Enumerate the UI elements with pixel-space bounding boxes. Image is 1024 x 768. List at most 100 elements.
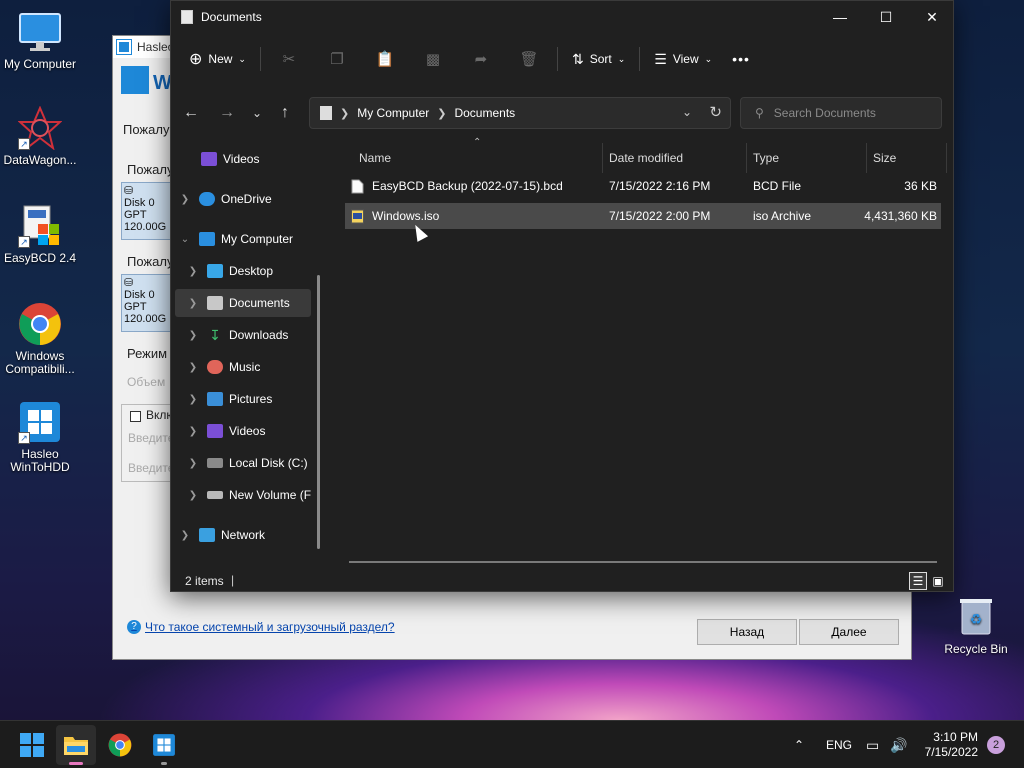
minimize-button[interactable]: — [817, 1, 863, 33]
nav-item-pictures[interactable]: ❯ Pictures [187, 385, 311, 413]
breadcrumb-my-computer[interactable]: My Computer [357, 106, 429, 120]
paste-icon[interactable]: 📋 [361, 43, 409, 75]
refresh-icon[interactable]: ↻ [709, 103, 722, 121]
chevron-right-icon[interactable]: ❯ [187, 266, 199, 277]
tiles-view-icon[interactable]: ▣ [929, 572, 947, 590]
nav-item-local-disk-c[interactable]: ❯ Local Disk (C:) [187, 449, 311, 477]
column-header-name[interactable]: Name [353, 143, 603, 173]
column-header-type[interactable]: Type [747, 143, 867, 173]
taskbar-hasleo[interactable] [144, 725, 184, 765]
music-icon [207, 360, 223, 374]
address-dropdown-icon[interactable]: ⌄ [682, 105, 692, 119]
disk-style: GPT [124, 209, 147, 221]
disk-tile-1[interactable]: ⛁ Disk 0 GPT 120.00G [121, 182, 173, 240]
language-indicator[interactable]: ENG [826, 721, 852, 768]
next-button[interactable]: Далее [799, 619, 899, 645]
nav-item-network[interactable]: ❯ Network [179, 521, 315, 549]
volume-icon[interactable]: 🔊 [890, 721, 907, 768]
clock[interactable]: 3:10 PM 7/15/2022 [925, 730, 978, 760]
input-2-placeholder[interactable]: Введите [128, 461, 174, 475]
help-link[interactable]: ? Что такое системный и загрузочный разд… [127, 620, 395, 634]
maximize-button[interactable]: ☐ [863, 1, 909, 33]
chevron-right-icon[interactable]: ❯ [187, 490, 199, 501]
nav-item-onedrive[interactable]: ❯ OneDrive [179, 185, 315, 213]
view-icon: ☰ [654, 50, 667, 67]
recent-locations-chevron-icon[interactable]: ⌄ [243, 99, 271, 127]
address-bar[interactable]: ❯ My Computer ❯ Documents ⌄ ↻ [309, 97, 731, 129]
nav-item-videos-quick[interactable]: Videos [181, 145, 311, 173]
toolbar-divider [259, 47, 261, 71]
taskbar-file-explorer[interactable] [56, 725, 96, 765]
show-hidden-icons-chevron-icon[interactable]: ⌃ [794, 721, 804, 768]
nav-item-my-computer[interactable]: ⌄ My Computer [179, 225, 315, 253]
start-button[interactable] [12, 725, 52, 765]
nav-item-documents[interactable]: ❯ Documents [175, 289, 311, 317]
hasleo-label-1: Пожалуй [123, 122, 177, 137]
table-row[interactable]: Windows.iso 7/15/2022 2:00 PM iso Archiv… [345, 203, 941, 229]
file-explorer-window[interactable]: Documents — ☐ ✕ ⊕ New ⌄ ✂ ❐ 📋 ▩ ➦ 🗑 ⇅ So… [170, 0, 954, 592]
enable-checkbox[interactable] [130, 411, 141, 422]
nav-pane-scrollbar[interactable] [317, 275, 320, 549]
hasleo-icon [153, 734, 175, 756]
chevron-right-icon[interactable]: ❯ [187, 458, 199, 469]
column-header-date[interactable]: Date modified [603, 143, 747, 173]
back-button[interactable]: Назад [697, 619, 797, 645]
desktop-icon-recycle-bin[interactable]: ♻ Recycle Bin [940, 596, 1012, 656]
notification-badge[interactable]: 2 [987, 736, 1005, 754]
up-arrow-icon[interactable]: ↑ [271, 99, 299, 127]
nav-item-new-volume[interactable]: ❯ New Volume (F [187, 481, 311, 509]
table-row[interactable]: EasyBCD Backup (2022-07-15).bcd 7/15/202… [345, 173, 941, 199]
chevron-right-icon[interactable]: ❯ [187, 362, 199, 373]
column-header-size[interactable]: Size [867, 143, 947, 173]
chevron-right-icon[interactable]: ❯ [187, 330, 199, 341]
breadcrumb-documents[interactable]: Documents [454, 106, 515, 120]
more-options-button[interactable]: ••• [722, 43, 760, 75]
rename-icon[interactable]: ▩ [409, 43, 457, 75]
nav-item-videos[interactable]: ❯ Videos [187, 417, 311, 445]
running-indicator [69, 762, 83, 765]
taskbar-chrome[interactable] [100, 725, 140, 765]
desktop-icon-windows-compatibility[interactable]: Windows Compatibili... [0, 302, 80, 376]
horizontal-scrollbar[interactable] [349, 561, 937, 563]
network-icon[interactable]: ▭ [866, 721, 879, 768]
chevron-right-icon[interactable]: ❯ [187, 426, 199, 437]
recycle-bin-icon: ♻ [958, 596, 994, 636]
copy-icon[interactable]: ❐ [313, 43, 361, 75]
chevron-right-icon[interactable]: ❯ [179, 530, 191, 541]
new-button[interactable]: ⊕ New ⌄ [179, 43, 256, 75]
chevron-right-icon[interactable]: ❯ [187, 298, 199, 309]
search-input[interactable]: ⚲ Search Documents [740, 97, 942, 129]
toolbar-divider [639, 47, 641, 71]
nav-label: Local Disk (C:) [229, 456, 308, 470]
options-group: Вклю Введите Введите [121, 404, 175, 482]
details-view-icon[interactable]: ☰ [909, 572, 927, 590]
chevron-right-icon[interactable]: ❯ [179, 194, 191, 205]
view-button[interactable]: ☰ View ⌄ [644, 43, 722, 75]
nav-label: Documents [229, 296, 290, 310]
input-1-placeholder[interactable]: Введите [128, 431, 174, 445]
nav-item-desktop[interactable]: ❯ Desktop [187, 257, 311, 285]
cut-icon[interactable]: ✂ [265, 43, 313, 75]
file-size: 4,431,360 KB [864, 209, 937, 223]
documents-icon [207, 296, 223, 310]
desktop-icon-easybcd[interactable]: ↗ EasyBCD 2.4 [0, 204, 80, 265]
nav-item-downloads[interactable]: ❯ ↧ Downloads [187, 321, 311, 349]
nav-item-music[interactable]: ❯ Music [187, 353, 311, 381]
desktop-icon-my-computer[interactable]: My Computer [0, 10, 80, 71]
delete-icon[interactable]: 🗑 [505, 43, 553, 75]
monitor-icon [18, 10, 62, 54]
share-icon[interactable]: ➦ [457, 43, 505, 75]
back-arrow-icon[interactable]: ← [177, 99, 205, 127]
desktop-icon-datawagon[interactable]: ↗ DataWagon... [0, 105, 80, 167]
explorer-titlebar[interactable]: Documents — ☐ ✕ [171, 1, 953, 33]
chevron-down-icon[interactable]: ⌄ [179, 234, 191, 245]
taskbar: ⌃ ENG ▭ 🔊 3:10 PM 7/15/2022 2 [0, 720, 1024, 768]
sort-button[interactable]: ⇅ Sort ⌄ [562, 43, 635, 75]
disk-tile-2[interactable]: ⛁ Disk 0 GPT 120.00G [121, 274, 173, 332]
cloud-icon [199, 192, 215, 206]
close-button[interactable]: ✕ [909, 1, 955, 33]
forward-arrow-icon[interactable]: → [213, 99, 241, 127]
easybcd-icon: ↗ [18, 204, 62, 248]
chevron-right-icon[interactable]: ❯ [187, 394, 199, 405]
desktop-icon-hasleo[interactable]: ↗ Hasleo WinToHDD [0, 400, 80, 474]
